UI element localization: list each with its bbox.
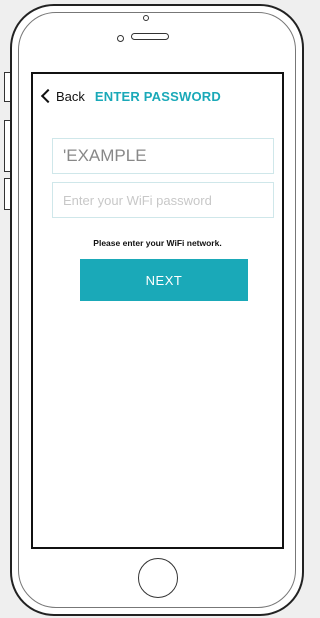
back-label: Back	[56, 88, 85, 104]
ssid-field	[52, 138, 274, 174]
volume-down-button	[4, 178, 10, 210]
earpiece-speaker	[131, 33, 169, 40]
front-camera	[143, 15, 149, 21]
proximity-sensor	[117, 35, 124, 42]
page-title: ENTER PASSWORD	[94, 88, 221, 104]
password-input[interactable]	[53, 183, 273, 217]
next-button[interactable]: NEXT	[80, 259, 248, 301]
chevron-left-icon	[40, 88, 56, 104]
password-field	[52, 182, 274, 218]
nav-bar: Back ENTER PASSWORD	[40, 86, 221, 106]
home-button[interactable]	[138, 558, 178, 598]
phone-screen: Back ENTER PASSWORD Please enter your Wi…	[31, 72, 284, 549]
hint-text: Please enter your WiFi network.	[93, 238, 222, 248]
page: Back ENTER PASSWORD Please enter your Wi…	[0, 0, 310, 618]
volume-up-button	[4, 120, 10, 172]
mute-switch	[4, 72, 10, 102]
back-button[interactable]: Back	[40, 88, 85, 104]
ssid-input[interactable]	[53, 139, 273, 173]
